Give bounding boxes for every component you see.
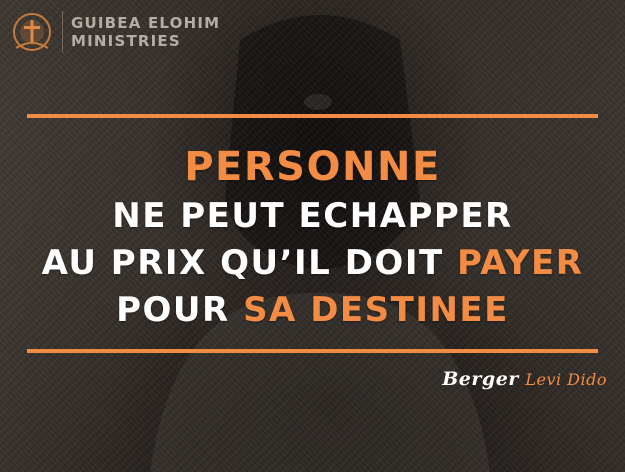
logo-text: GUIBEA ELOHIM MINISTRIES xyxy=(71,14,220,50)
bottom-divider-rule xyxy=(27,349,598,353)
quote-line-3: AU PRIX QU’IL DOIT PAYER xyxy=(0,243,625,283)
signature-title: Berger xyxy=(442,368,519,390)
quote-line-1: PERSONNE xyxy=(184,144,441,190)
quote-poster: GUIBEA ELOHIM MINISTRIES PERSONNE NE PEU… xyxy=(0,0,625,472)
quote-line-3-highlight: PAYER xyxy=(457,243,584,283)
logo-line-1: GUIBEA ELOHIM xyxy=(71,14,221,32)
logo-divider xyxy=(62,11,63,53)
quote-line-4-highlight: SA DESTINEE xyxy=(243,290,509,330)
ministry-emblem-icon xyxy=(13,13,51,51)
signature-name: Levi Dido xyxy=(525,370,607,389)
quote-line-3-text: AU PRIX QU’IL DOIT xyxy=(41,243,457,283)
ministry-logo: GUIBEA ELOHIM MINISTRIES xyxy=(8,8,220,56)
author-signature: Berger Levi Dido xyxy=(442,368,607,390)
quote-line-4: POUR SA DESTINEE xyxy=(0,290,625,330)
quote-line-2: NE PEUT ECHAPPER xyxy=(112,196,513,236)
background-portrait xyxy=(150,15,490,472)
logo-line-2: MINISTRIES xyxy=(71,32,181,50)
top-divider-rule xyxy=(27,114,598,118)
quote-line-4-text: POUR xyxy=(116,290,244,330)
